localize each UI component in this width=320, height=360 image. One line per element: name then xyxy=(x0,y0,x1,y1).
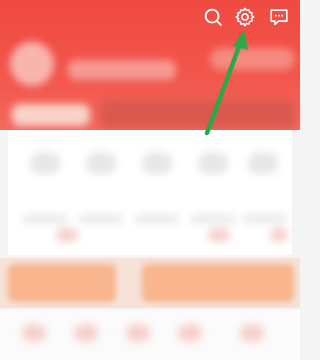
list-icon[interactable] xyxy=(126,324,150,342)
header-action-pill[interactable] xyxy=(210,48,295,70)
grid-label xyxy=(190,214,236,224)
avatar[interactable] xyxy=(10,42,54,86)
grid-icon[interactable] xyxy=(86,152,116,174)
search-icon xyxy=(204,8,222,26)
blurred-grid-content xyxy=(8,130,292,255)
promo-button-left[interactable] xyxy=(8,264,116,302)
chat-bubble-icon xyxy=(270,9,288,26)
grid-icon[interactable] xyxy=(142,152,172,174)
grid-icon[interactable] xyxy=(248,152,278,174)
settings-button[interactable] xyxy=(232,4,258,30)
grid-badge xyxy=(56,228,78,242)
messages-button[interactable] xyxy=(266,4,292,30)
grid-label xyxy=(22,214,68,224)
grid-badge xyxy=(208,228,230,242)
member-banner[interactable] xyxy=(100,100,295,128)
gear-icon xyxy=(235,7,255,27)
grid-icon[interactable] xyxy=(198,152,228,174)
list-icon[interactable] xyxy=(240,324,264,342)
list-icon[interactable] xyxy=(178,324,202,342)
blurred-bottom-content xyxy=(0,310,300,360)
grid-icon[interactable] xyxy=(30,152,60,174)
list-icon[interactable] xyxy=(74,324,98,342)
shortcut-grid-card xyxy=(8,130,292,255)
member-tag[interactable] xyxy=(12,104,90,126)
search-button[interactable] xyxy=(200,4,226,30)
grid-badge xyxy=(270,228,288,242)
grid-label xyxy=(134,214,180,224)
username-placeholder xyxy=(68,60,176,80)
grid-label xyxy=(78,214,124,224)
bottom-content xyxy=(0,310,300,360)
promo-button-right[interactable] xyxy=(142,264,294,302)
list-icon[interactable] xyxy=(22,324,46,342)
grid-label xyxy=(242,214,288,224)
